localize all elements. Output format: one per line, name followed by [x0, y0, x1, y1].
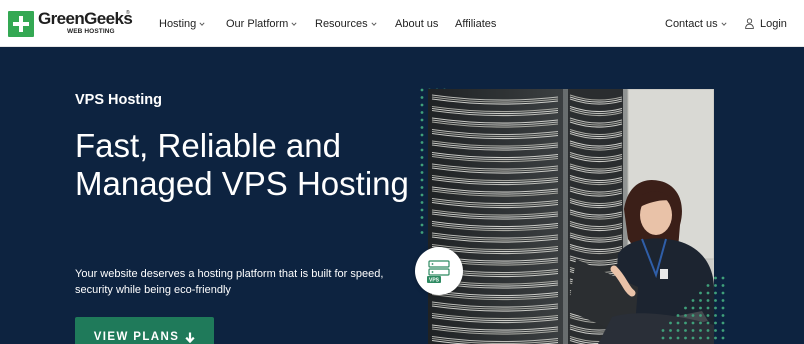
vps-server-icon: VPS [415, 247, 463, 295]
nav-item-label: Our Platform [226, 17, 289, 30]
brand-wordmark: GreenGeeks ® WEB HOSTING [38, 9, 133, 37]
chevron-down-icon [721, 21, 727, 27]
hero-headline: Fast, Reliable and Managed VPS Hosting [75, 127, 409, 202]
brand-logo[interactable]: GreenGeeks ® WEB HOSTING [8, 9, 133, 37]
view-plans-button[interactable]: VIEW PLANS [75, 317, 214, 344]
hero-section: VPS Hosting Fast, Reliable and Managed V… [0, 47, 804, 344]
plus-icon [8, 11, 34, 37]
vps-badge-label: VPS [429, 277, 440, 283]
nav-item-about-us[interactable]: About us [395, 17, 438, 30]
registered-mark: ® [126, 10, 130, 16]
brand-tagline: WEB HOSTING [67, 28, 115, 35]
decorative-dot-grid [660, 275, 730, 344]
nav-item-label: About us [395, 17, 439, 30]
nav-item-label: Resources [315, 17, 368, 30]
site-header: GreenGeeks ® WEB HOSTING Hosting Our Pla… [0, 0, 804, 47]
hero-eyebrow: VPS Hosting [75, 92, 163, 108]
nav-item-our-platform[interactable]: Our Platform [226, 17, 297, 30]
nav-item-affiliates[interactable]: Affiliates [455, 17, 496, 30]
user-icon [745, 18, 754, 29]
brand-name: GreenGeeks [38, 9, 133, 28]
login-label: Login [760, 17, 787, 30]
hero-subtext: Your website deserves a hosting platform… [75, 268, 384, 296]
view-plans-label: VIEW PLANS [93, 331, 180, 343]
login-link[interactable]: Login [745, 17, 787, 30]
nav-item-contact-us[interactable]: Contact us [665, 17, 727, 30]
chevron-down-icon [199, 21, 205, 27]
nav-item-label: Contact us [665, 17, 718, 30]
nav-item-resources[interactable]: Resources [315, 17, 377, 30]
nav-item-label: Affiliates [455, 17, 497, 30]
chevron-down-icon [291, 21, 297, 27]
nav-item-hosting[interactable]: Hosting [159, 17, 205, 30]
nav-item-label: Hosting [159, 17, 197, 30]
chevron-down-icon [371, 21, 377, 27]
arrow-down-icon [185, 332, 195, 343]
